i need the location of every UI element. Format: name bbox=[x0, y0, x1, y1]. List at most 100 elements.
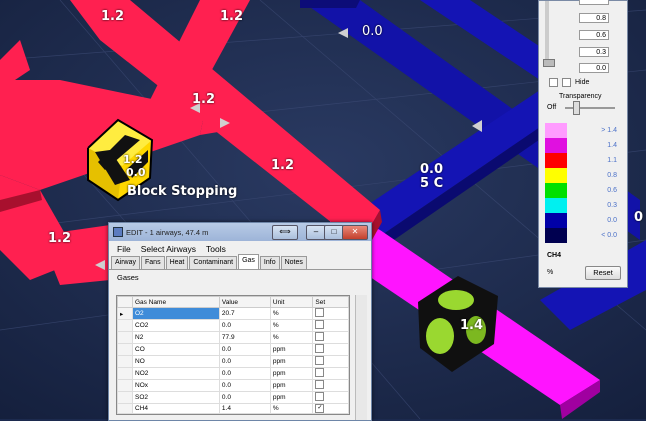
scale-entry: > 1.4 bbox=[545, 123, 621, 138]
gas-unit-cell[interactable]: ppm bbox=[269, 391, 314, 404]
row-header-cell bbox=[117, 296, 133, 308]
menu-tools[interactable]: Tools bbox=[206, 244, 226, 254]
set-checkbox[interactable] bbox=[315, 380, 325, 389]
gas-value-cell[interactable]: 0.0 bbox=[218, 379, 271, 392]
gas-name-cell[interactable]: CO2 bbox=[132, 319, 220, 332]
gas-unit-cell[interactable]: % bbox=[269, 319, 314, 332]
table-row[interactable]: NO 0.0 ppm bbox=[117, 355, 349, 368]
set-checkbox[interactable] bbox=[315, 368, 325, 377]
table-row[interactable]: NOx 0.0 ppm bbox=[117, 379, 349, 392]
minimize-button[interactable]: – bbox=[306, 225, 326, 240]
gas-unit-cell[interactable]: ppm bbox=[269, 367, 314, 380]
gas-unit-cell[interactable]: ppm bbox=[269, 379, 314, 392]
column-header-value[interactable]: Value bbox=[218, 296, 271, 308]
maximize-button[interactable]: □ bbox=[324, 225, 344, 240]
tab-fans[interactable]: Fans bbox=[141, 256, 165, 269]
scale-swatch bbox=[545, 198, 567, 213]
gas-unit-cell[interactable]: ppm bbox=[269, 355, 314, 368]
set-checkbox[interactable] bbox=[315, 356, 325, 365]
set-cell bbox=[312, 343, 349, 356]
gas-name-cell[interactable]: O2 bbox=[132, 307, 220, 320]
table-row[interactable]: SO2 0.0 ppm bbox=[117, 391, 349, 404]
set-checkbox[interactable]: ✓ bbox=[315, 404, 325, 413]
gas-value-cell[interactable]: 0.0 bbox=[218, 319, 271, 332]
edit-window-titlebar[interactable]: EDIT - 1 airways, 47.4 m ⟺ – □ ✕ bbox=[109, 223, 371, 241]
stopping-label: Block Stopping bbox=[127, 184, 238, 199]
set-cell bbox=[312, 319, 349, 332]
menu-select-airways[interactable]: Select Airways bbox=[141, 244, 196, 254]
scale-swatch bbox=[545, 213, 567, 228]
gas-name-cell[interactable]: NO2 bbox=[132, 367, 220, 380]
gas-value-cell[interactable]: 0.0 bbox=[218, 367, 271, 380]
transparency-slider-thumb[interactable] bbox=[573, 101, 580, 115]
set-checkbox[interactable] bbox=[315, 344, 325, 353]
tab-gas[interactable]: Gas bbox=[238, 254, 259, 269]
gas-value-cell[interactable]: 0.0 bbox=[218, 343, 271, 356]
checkbox[interactable] bbox=[549, 78, 558, 87]
column-header-set[interactable]: Set bbox=[312, 296, 349, 308]
gas-name-cell[interactable]: NOx bbox=[132, 379, 220, 392]
table-row[interactable]: N2 77.9% bbox=[117, 331, 349, 344]
gas-unit-cell[interactable]: ppm bbox=[269, 343, 314, 356]
tab-heat[interactable]: Heat bbox=[165, 256, 189, 269]
column-header-unit[interactable]: Unit bbox=[269, 296, 314, 308]
table-row[interactable]: ▸ O2 20.7% bbox=[117, 307, 349, 320]
reset-button[interactable]: Reset bbox=[585, 266, 621, 280]
row-header bbox=[117, 379, 133, 392]
gas-unit-cell[interactable]: % bbox=[269, 307, 314, 320]
edit-window[interactable]: EDIT - 1 airways, 47.4 m ⟺ – □ ✕ File Se… bbox=[108, 222, 372, 421]
gas-name-cell[interactable]: CH4 bbox=[132, 403, 220, 414]
gas-value-cell[interactable]: 77.9 bbox=[218, 331, 271, 344]
gas-unit-cell[interactable]: % bbox=[269, 331, 314, 344]
scale-value: 1.4 bbox=[607, 142, 617, 149]
gas-value-cell[interactable]: 0.0 bbox=[218, 355, 271, 368]
vertical-scrollbar[interactable] bbox=[355, 295, 367, 420]
spin-box[interactable]: 0.6 bbox=[579, 30, 609, 40]
gas-value-cell[interactable]: 0.0 bbox=[218, 391, 271, 404]
set-checkbox[interactable] bbox=[315, 332, 325, 341]
range-slider[interactable] bbox=[545, 1, 549, 61]
scale-value: 1.1 bbox=[607, 157, 617, 164]
tab-airway[interactable]: Airway bbox=[111, 256, 141, 269]
gas-name-cell[interactable]: SO2 bbox=[132, 391, 220, 404]
close-button[interactable]: ✕ bbox=[342, 225, 368, 240]
scale-value: 0.3 bbox=[607, 202, 617, 209]
gas-value-cell[interactable]: 1.4 bbox=[218, 403, 271, 414]
legend-panel: 0.8 0.6 0.3 0.0 Hide Transparency Off > … bbox=[538, 0, 628, 288]
set-checkbox[interactable] bbox=[315, 320, 325, 329]
gas-name-cell[interactable]: CO bbox=[132, 343, 220, 356]
airway-label: 1.2 bbox=[271, 158, 295, 173]
table-row[interactable]: CO2 0.0% bbox=[117, 319, 349, 332]
tab-notes[interactable]: Notes bbox=[280, 256, 307, 269]
pin-button[interactable]: ⟺ bbox=[272, 225, 298, 240]
tab-strip: Airway Fans Heat Contaminant Gas Info No… bbox=[109, 254, 371, 270]
set-cell bbox=[312, 307, 349, 320]
gas-unit-cell[interactable]: % bbox=[269, 403, 314, 414]
gas-name-cell[interactable]: NO bbox=[132, 355, 220, 368]
gas-table[interactable]: Gas Name Value Unit Set ▸ O2 20.7% CO2 0.0% N… bbox=[116, 295, 350, 415]
scale-value: < 0.0 bbox=[601, 232, 617, 239]
tab-info[interactable]: Info bbox=[259, 256, 280, 269]
spin-box[interactable]: 0.3 bbox=[579, 47, 609, 57]
scale-swatch bbox=[545, 123, 567, 138]
tab-contaminant[interactable]: Contaminant bbox=[189, 256, 238, 269]
set-cell bbox=[312, 391, 349, 404]
set-checkbox[interactable] bbox=[315, 392, 325, 401]
table-row[interactable]: NO2 0.0 ppm bbox=[117, 367, 349, 380]
spin-box[interactable]: 0.8 bbox=[579, 13, 609, 23]
table-row[interactable]: CH4 1.4% ✓ bbox=[117, 403, 349, 414]
menu-file[interactable]: File bbox=[117, 244, 131, 254]
slider-thumb[interactable] bbox=[543, 59, 555, 67]
spin-box[interactable] bbox=[579, 0, 609, 5]
hide-checkbox[interactable] bbox=[562, 78, 571, 87]
scale-value: 0.8 bbox=[607, 172, 617, 179]
transparency-label: Transparency bbox=[559, 93, 602, 100]
set-checkbox[interactable] bbox=[315, 308, 325, 317]
row-header bbox=[117, 331, 133, 344]
spin-box[interactable]: 0.0 bbox=[579, 63, 609, 73]
table-row[interactable]: CO 0.0 ppm bbox=[117, 343, 349, 356]
gas-name-cell[interactable]: N2 bbox=[132, 331, 220, 344]
hide-label: Hide bbox=[575, 79, 590, 86]
column-header-gas-name[interactable]: Gas Name bbox=[132, 296, 220, 308]
gas-value-cell[interactable]: 20.7 bbox=[218, 307, 271, 320]
